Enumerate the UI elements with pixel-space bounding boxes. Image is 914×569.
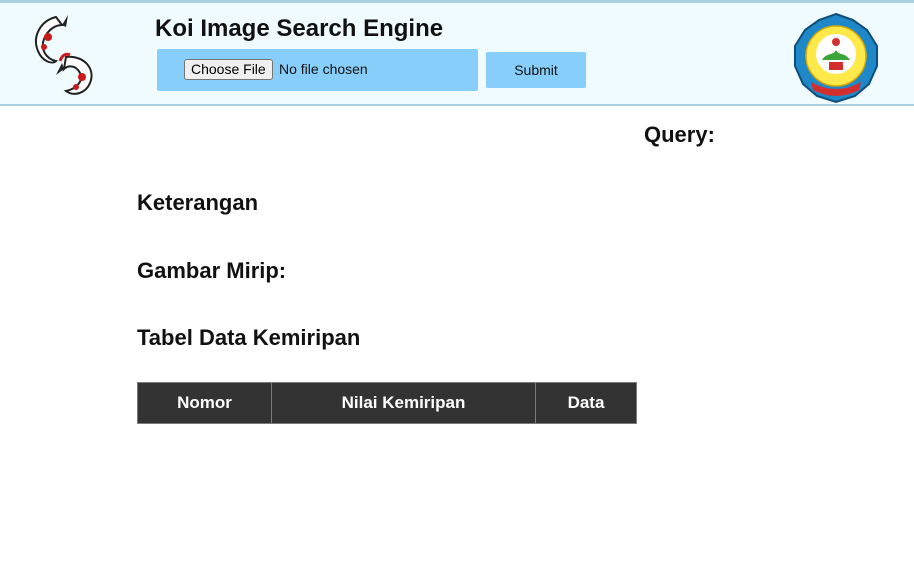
column-header-nomor: Nomor (137, 382, 272, 424)
query-label: Query: (644, 122, 715, 147)
keterangan-heading: Keterangan (137, 190, 259, 215)
choose-file-button[interactable]: Choose File (184, 59, 273, 80)
file-status-text: No file chosen (279, 61, 368, 77)
university-emblem (794, 12, 878, 104)
koi-fish-logo (35, 15, 93, 95)
gambar-mirip-heading: Gambar Mirip: (137, 258, 287, 283)
header-bar: Koi Image Search Engine Choose File No f… (0, 0, 914, 106)
column-header-data: Data (535, 382, 637, 424)
tabel-data-heading: Tabel Data Kemiripan (137, 325, 361, 350)
file-upload-field[interactable]: Choose File No file chosen (157, 49, 478, 91)
column-header-nilai-kemiripan: Nilai Kemiripan (271, 382, 536, 424)
similarity-table: Nomor Nilai Kemiripan Data (137, 382, 637, 424)
app-title: Koi Image Search Engine (155, 15, 444, 42)
table-header-row: Nomor Nilai Kemiripan Data (137, 382, 637, 424)
submit-button[interactable]: Submit (486, 52, 586, 88)
